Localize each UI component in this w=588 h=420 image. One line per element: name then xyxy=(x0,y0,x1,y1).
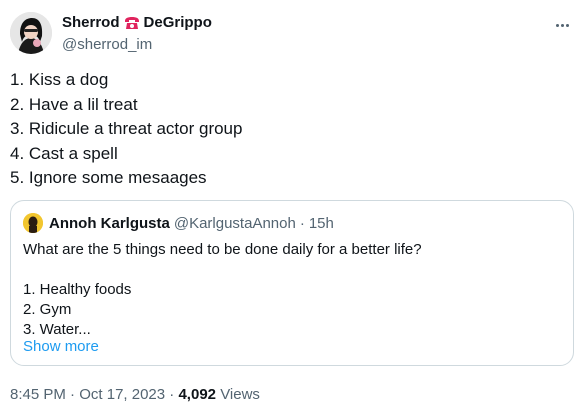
separator-dot: · xyxy=(169,386,175,403)
quoted-line: 2. Gym xyxy=(23,301,72,318)
separator-dot: · xyxy=(70,386,76,403)
tweet-line: 4. Cast a spell xyxy=(10,143,118,163)
author-avatar[interactable] xyxy=(10,12,52,54)
author-name[interactable]: Sherrod DeGrippo xyxy=(62,14,212,31)
tweet-line: 5. Ignore some mesaages xyxy=(10,168,207,187)
author-handle[interactable]: @sherrod_im xyxy=(62,36,152,53)
tweet-text: 1. Kiss a dog 2. Have a lil treat 3. Rid… xyxy=(10,68,242,191)
tweet-line: 2. Have a lil treat xyxy=(10,94,138,114)
quoted-author-avatar[interactable] xyxy=(23,213,43,233)
quoted-line xyxy=(23,260,422,280)
tweet-metadata: 8:45 PM · Oct 17, 2023 · 4,092 Views xyxy=(10,386,260,403)
author-last-name: DeGrippo xyxy=(143,14,212,31)
quoted-tweet-header: Annoh Karlgusta @KarlgustaAnnoh · 15h xyxy=(23,213,334,233)
author-first-name: Sherrod xyxy=(62,14,120,31)
views-count: 4,092 xyxy=(178,386,217,403)
quoted-line: 1. Healthy foods xyxy=(23,281,132,298)
quoted-tweet-text: What are the 5 things need to be done da… xyxy=(23,240,422,340)
tweet-line: 1. Kiss a dog xyxy=(10,70,109,89)
quoted-line: 3. Water... xyxy=(23,321,91,338)
tweet: Sherrod DeGrippo @sherrod_im 1. Kiss a d… xyxy=(0,0,588,420)
views-label: Views xyxy=(220,386,260,403)
quoted-author-name[interactable]: Annoh Karlgusta xyxy=(49,215,170,232)
telephone-icon xyxy=(124,16,140,30)
quoted-tweet-time[interactable]: 15h xyxy=(309,215,334,232)
tweet-line: 3. Ridicule a threat actor group xyxy=(10,119,243,138)
quoted-author-handle[interactable]: @KarlgustaAnnoh xyxy=(174,215,296,232)
show-more-link[interactable]: Show more xyxy=(23,338,99,355)
more-horizontal-icon[interactable] xyxy=(552,15,572,35)
tweet-date[interactable]: Oct 17, 2023 xyxy=(79,386,165,403)
quoted-tweet-card[interactable]: Annoh Karlgusta @KarlgustaAnnoh · 15h Wh… xyxy=(10,200,574,366)
quoted-line: What are the 5 things need to be done da… xyxy=(23,241,422,258)
separator-dot: · xyxy=(299,214,305,232)
tweet-time[interactable]: 8:45 PM xyxy=(10,386,66,403)
